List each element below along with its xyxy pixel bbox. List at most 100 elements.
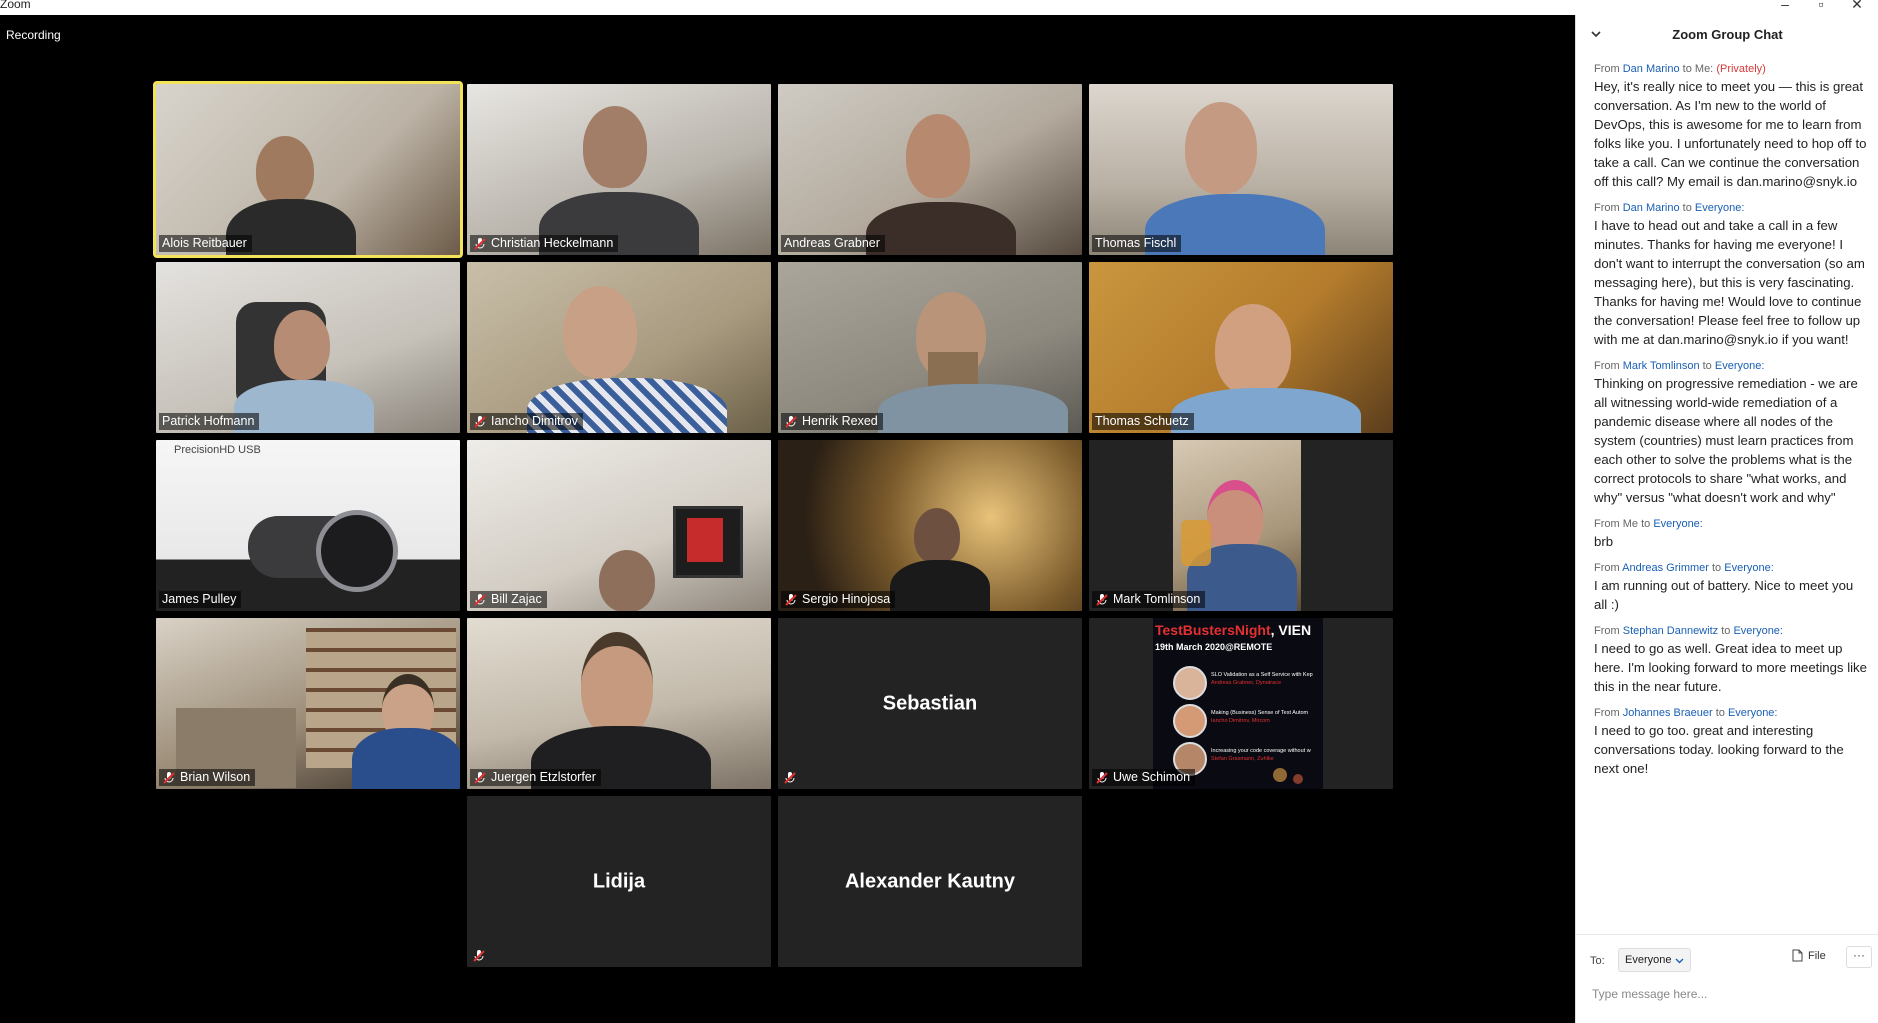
chat-message-text: Hey, it's really nice to meet you — this… xyxy=(1594,79,1867,189)
video-tile[interactable]: Thomas Fischl xyxy=(1089,84,1393,255)
video-tile[interactable]: PrecisionHD USB James Pulley xyxy=(156,440,460,611)
chat-message: From Dan Marino to Me: (Privately) Hey, … xyxy=(1594,62,1869,191)
sender-name[interactable]: Dan Marino xyxy=(1623,63,1680,75)
microphone-muted-icon xyxy=(1096,771,1108,784)
chat-message-text: brb xyxy=(1594,534,1614,549)
chat-message-text: Thinking on progressive remediation - we… xyxy=(1594,376,1858,505)
participant-name-tag: Mark Tomlinson xyxy=(1092,591,1206,608)
microphone-muted-icon xyxy=(163,771,175,784)
microphone-muted-icon xyxy=(785,593,797,606)
microphone-muted-icon xyxy=(474,593,486,606)
participant-name: Henrik Rexed xyxy=(802,414,878,428)
talk-speaker: Andreas Grabner, Dynatrace xyxy=(1211,680,1282,686)
sender-name[interactable]: Andreas Grimmer xyxy=(1622,562,1709,574)
video-tile[interactable]: TestBustersNight, VIEN 19th March 2020@R… xyxy=(1089,618,1393,789)
video-tile[interactable]: Patrick Hofmann xyxy=(156,262,460,433)
participant-name-tag: Alois Reitbauer xyxy=(159,235,252,252)
sender-name[interactable]: Dan Marino xyxy=(1623,202,1680,214)
chat-message-meta: From Me to Everyone: xyxy=(1594,518,1703,530)
recipient-select[interactable]: Everyone xyxy=(1618,948,1692,972)
participant-name-tag: Iancho Dimitrov xyxy=(470,413,583,430)
participant-name: Uwe Schimon xyxy=(1113,770,1191,784)
participant-name-tag: Bill Zajac xyxy=(470,591,547,608)
participant-name: Juergen Etzlstorfer xyxy=(491,770,596,784)
participant-name: Christian Heckelmann xyxy=(491,236,614,250)
video-tile[interactable]: Andreas Grabner xyxy=(778,84,1082,255)
microphone-muted-icon xyxy=(474,771,486,784)
chat-message: From Dan Marino to Everyone: I have to h… xyxy=(1594,201,1869,349)
talk-title: SLO Validation as a Self Service with Ke… xyxy=(1211,672,1313,678)
video-tile[interactable]: Christian Heckelmann xyxy=(467,84,771,255)
chat-message: From Mark Tomlinson to Everyone: Thinkin… xyxy=(1594,359,1869,507)
camera-device-label: PrecisionHD USB xyxy=(174,444,261,456)
video-tile[interactable]: Alois Reitbauer xyxy=(153,81,463,258)
video-tile[interactable]: Sergio Hinojosa xyxy=(778,440,1082,611)
participant-name: Iancho Dimitrov xyxy=(491,414,578,428)
chat-message-meta: From Dan Marino to Me: (Privately) xyxy=(1594,63,1766,75)
microphone-muted-icon xyxy=(474,237,486,250)
video-tile[interactable]: Alexander Kautny xyxy=(778,796,1082,967)
chat-title: Zoom Group Chat xyxy=(1672,27,1783,42)
participant-name-tag: Henrik Rexed xyxy=(781,413,883,430)
participant-name-tag: Sergio Hinojosa xyxy=(781,591,896,608)
maximize-icon[interactable]: ▫ xyxy=(1810,0,1832,12)
microphone-muted-icon xyxy=(1096,593,1108,606)
video-tile[interactable]: Thomas Schuetz xyxy=(1089,262,1393,433)
recipient-name: Everyone: xyxy=(1727,707,1778,719)
participant-name: Thomas Fischl xyxy=(1095,236,1177,250)
video-tile[interactable]: Mark Tomlinson xyxy=(1089,440,1393,611)
video-tile[interactable]: Juergen Etzlstorfer xyxy=(467,618,771,789)
chat-message-text: I have to head out and take a call in a … xyxy=(1594,218,1865,347)
video-tile[interactable]: Henrik Rexed xyxy=(778,262,1082,433)
video-tile[interactable]: Sebastian xyxy=(778,618,1082,789)
window-title: Zoom xyxy=(0,0,31,11)
talk-speaker: Iancho Dimitrov, Mircom xyxy=(1211,718,1270,724)
minimize-icon[interactable]: – xyxy=(1774,0,1796,12)
recipient-select-value: Everyone xyxy=(1625,954,1672,966)
file-icon xyxy=(1792,949,1803,962)
microphone-muted-icon xyxy=(473,950,485,962)
chat-panel: Zoom Group Chat From Dan Marino to Me: (… xyxy=(1575,15,1878,1023)
recipient-name: Me: xyxy=(1694,63,1714,75)
video-gallery: Alois Reitbauer Christian Heckelmann And… xyxy=(0,15,1575,1023)
sender-name[interactable]: Mark Tomlinson xyxy=(1623,360,1700,372)
chat-message-meta: From Mark Tomlinson to Everyone: xyxy=(1594,360,1765,372)
message-input[interactable] xyxy=(1590,982,1864,1006)
more-options-button[interactable]: ··· xyxy=(1846,946,1872,968)
participant-name-tag: Thomas Schuetz xyxy=(1092,413,1194,430)
video-tile[interactable]: Iancho Dimitrov xyxy=(467,262,771,433)
close-icon[interactable]: ✕ xyxy=(1846,0,1868,13)
video-tile[interactable]: Brian Wilson xyxy=(156,618,460,789)
to-label: To: xyxy=(1590,955,1605,967)
private-badge: (Privately) xyxy=(1716,63,1766,75)
chat-message: From Andreas Grimmer to Everyone: I am r… xyxy=(1594,561,1869,614)
talk-speaker: Stefan Grasmann, Zuhlke xyxy=(1211,756,1274,762)
participant-name: Sebastian xyxy=(882,692,978,714)
participant-name: Bill Zajac xyxy=(491,592,542,606)
chat-composer: To: Everyone File ··· xyxy=(1576,934,1878,1023)
participant-name: Thomas Schuetz xyxy=(1095,414,1189,428)
participant-name: Brian Wilson xyxy=(180,770,251,784)
participant-name: Alexander Kautny xyxy=(844,870,1016,892)
sender-name[interactable]: Stephan Dannewitz xyxy=(1623,625,1718,637)
video-tile[interactable]: Bill Zajac xyxy=(467,440,771,611)
sender-name[interactable]: Johannes Braeuer xyxy=(1623,707,1713,719)
chat-message-text: I am running out of battery. Nice to mee… xyxy=(1594,578,1854,612)
file-button[interactable]: File xyxy=(1792,949,1826,962)
participant-name: Lidija xyxy=(592,870,646,892)
chat-message-meta: From Stephan Dannewitz to Everyone: xyxy=(1594,625,1783,637)
recipient-name: Everyone: xyxy=(1714,360,1765,372)
recipient-name: Everyone: xyxy=(1653,518,1703,530)
recipient-name: Everyone: xyxy=(1724,562,1774,574)
participant-name: Alois Reitbauer xyxy=(162,236,247,250)
recipient-name: Everyone: xyxy=(1694,202,1745,214)
participant-name-tag: Uwe Schimon xyxy=(1092,769,1196,786)
video-tile[interactable]: Lidija xyxy=(467,796,771,967)
microphone-muted-icon xyxy=(474,415,486,428)
participant-name-tag: Thomas Fischl xyxy=(1092,235,1182,252)
participant-name: Sergio Hinojosa xyxy=(802,592,891,606)
chat-message-text: I need to go too. great and interesting … xyxy=(1594,723,1844,776)
participant-name-tag: Patrick Hofmann xyxy=(159,413,260,430)
microphone-muted-icon xyxy=(785,415,797,428)
chat-message-list[interactable]: From Dan Marino to Me: (Privately) Hey, … xyxy=(1594,62,1869,788)
